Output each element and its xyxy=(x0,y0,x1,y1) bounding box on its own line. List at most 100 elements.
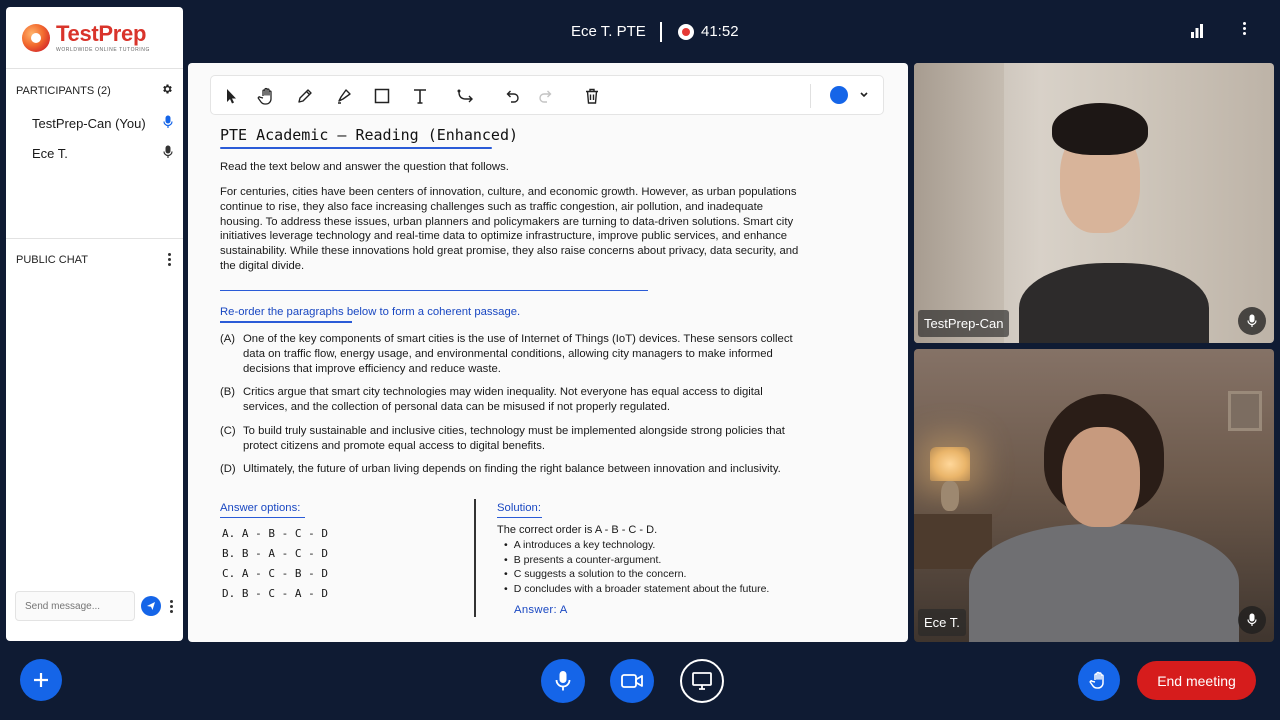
paragraph-option: (D) Ultimately, the future of urban livi… xyxy=(220,462,800,477)
monitor-icon xyxy=(692,672,712,690)
solution-point: D concludes with a broader statement abo… xyxy=(504,583,770,595)
answer-heading-underline xyxy=(220,517,305,518)
title-underline xyxy=(220,147,492,149)
end-meeting-button[interactable]: End meeting xyxy=(1137,661,1256,700)
paragraph-option: (B) Critics argue that smart city techno… xyxy=(220,385,800,415)
header-divider xyxy=(660,22,662,42)
participants-header: PARTICIPANTS (2) xyxy=(6,69,183,98)
whiteboard[interactable]: PTE Academic – Reading (Enhanced) Read t… xyxy=(188,63,908,642)
trash-icon[interactable] xyxy=(582,86,602,106)
mic-icon xyxy=(555,671,571,691)
participant-row[interactable]: TestPrep-Can (You) xyxy=(6,108,183,138)
option-text: To build truly sustainable and inclusive… xyxy=(243,425,785,452)
answer-options-heading: Answer options: xyxy=(220,502,301,514)
chat-input-row xyxy=(15,591,175,621)
participants-heading: PARTICIPANTS (2) xyxy=(16,84,111,97)
option-letter: (D) xyxy=(220,463,236,475)
participant-name-tag: TestPrep-Can xyxy=(918,310,1010,337)
option-text: Critics argue that smart city technologi… xyxy=(243,386,763,413)
chat-header: PUBLIC CHAT xyxy=(6,239,183,266)
person-face xyxy=(1062,427,1140,527)
solution-point: A introduces a key technology. xyxy=(504,539,656,551)
mic-icon[interactable] xyxy=(1238,307,1266,335)
mic-icon[interactable] xyxy=(1238,606,1266,634)
screen-share-button[interactable] xyxy=(680,659,724,703)
option-letter: (C) xyxy=(220,425,236,437)
wall-picture-frame xyxy=(1228,391,1262,431)
participant-name: Ece T. xyxy=(32,145,68,161)
final-answer: Answer: A xyxy=(514,604,568,616)
signal-bars-icon[interactable] xyxy=(1190,24,1204,38)
send-icon[interactable] xyxy=(141,596,161,616)
instruction-underline xyxy=(220,321,352,323)
instruction-text: Re-order the paragraphs below to form a … xyxy=(220,306,521,318)
answer-option: D. B - C - A - D xyxy=(222,587,328,600)
participant-name: TestPrep-Can (You) xyxy=(32,115,146,131)
mic-icon xyxy=(163,115,173,132)
brand-logo: TestPrep WORLDWIDE ONLINE TUTORING xyxy=(6,7,183,69)
column-divider xyxy=(474,499,476,617)
passage-text: For centuries, cities have been centers … xyxy=(220,186,799,272)
settings-gear-icon[interactable] xyxy=(161,83,173,98)
solution-underline xyxy=(497,517,542,518)
chat-heading: PUBLIC CHAT xyxy=(16,253,88,266)
participant-name-tag: Ece T. xyxy=(918,609,966,636)
microphone-toggle-button[interactable] xyxy=(541,659,585,703)
hand-pan-icon[interactable] xyxy=(257,86,277,106)
person-hair xyxy=(1052,103,1148,155)
video-tile-tutor[interactable]: TestPrep-Can xyxy=(914,63,1274,343)
raise-hand-button[interactable] xyxy=(1078,659,1120,701)
mic-icon xyxy=(163,145,173,162)
chat-options-icon[interactable] xyxy=(167,599,175,613)
lamp-shade xyxy=(930,447,970,481)
solution-point: B presents a counter-argument. xyxy=(504,554,662,566)
board-title: PTE Academic – Reading (Enhanced) xyxy=(220,126,519,144)
lamp-base xyxy=(941,481,959,511)
more-options-icon[interactable] xyxy=(1240,22,1248,35)
chat-menu-icon[interactable] xyxy=(165,253,173,266)
chat-message-input[interactable] xyxy=(15,591,135,621)
option-text: Ultimately, the future of urban living d… xyxy=(243,463,781,475)
text-tool-icon[interactable] xyxy=(410,86,430,106)
paragraph-option: (A) One of the key components of smart c… xyxy=(220,332,800,376)
brand-subtitle: WORLDWIDE ONLINE TUTORING xyxy=(56,46,150,53)
participant-row[interactable]: Ece T. xyxy=(6,138,183,168)
whiteboard-toolbar xyxy=(210,75,884,115)
sidebar: TestPrep WORLDWIDE ONLINE TUTORING PARTI… xyxy=(6,7,183,641)
pencil-icon[interactable] xyxy=(295,86,315,106)
meeting-timer: 41:52 xyxy=(701,23,739,40)
recording-icon xyxy=(678,24,694,40)
chevron-down-icon[interactable] xyxy=(857,87,877,107)
connector-arrow-icon[interactable] xyxy=(456,86,476,106)
video-camera-icon xyxy=(621,674,643,688)
paragraph-option: (C) To build truly sustainable and inclu… xyxy=(220,424,800,454)
pen-color-swatch[interactable] xyxy=(830,86,848,104)
brand-title: TestPrep xyxy=(56,20,147,46)
person-body xyxy=(1019,263,1209,343)
video-tile-student[interactable]: Ece T. xyxy=(914,349,1274,642)
wall-panel xyxy=(914,63,1004,343)
undo-icon[interactable] xyxy=(502,86,522,106)
rectangle-icon[interactable] xyxy=(372,86,392,106)
redo-icon[interactable] xyxy=(536,86,556,106)
section-divider xyxy=(220,290,648,291)
hand-icon xyxy=(1089,671,1104,689)
answer-option: A. A - B - C - D xyxy=(222,527,328,540)
answer-option: B. B - A - C - D xyxy=(222,547,328,560)
answer-option: C. A - C - B - D xyxy=(222,567,328,580)
option-text: One of the key components of smart citie… xyxy=(243,333,793,375)
intro-text: Read the text below and answer the quest… xyxy=(220,161,509,173)
solution-intro: The correct order is A - B - C - D. xyxy=(497,524,658,536)
add-button[interactable] xyxy=(20,659,62,701)
toolbar-divider xyxy=(810,84,811,108)
option-letter: (A) xyxy=(220,333,236,345)
camera-toggle-button[interactable] xyxy=(610,659,654,703)
person-body xyxy=(969,524,1239,642)
highlighter-icon[interactable] xyxy=(334,86,354,106)
solution-heading: Solution: xyxy=(497,502,541,514)
logo-icon xyxy=(22,23,50,52)
plus-icon xyxy=(34,673,48,687)
solution-point: C suggests a solution to the concern. xyxy=(504,568,687,580)
meeting-title: Ece T. PTE xyxy=(571,23,646,40)
select-cursor-icon[interactable] xyxy=(221,86,241,106)
